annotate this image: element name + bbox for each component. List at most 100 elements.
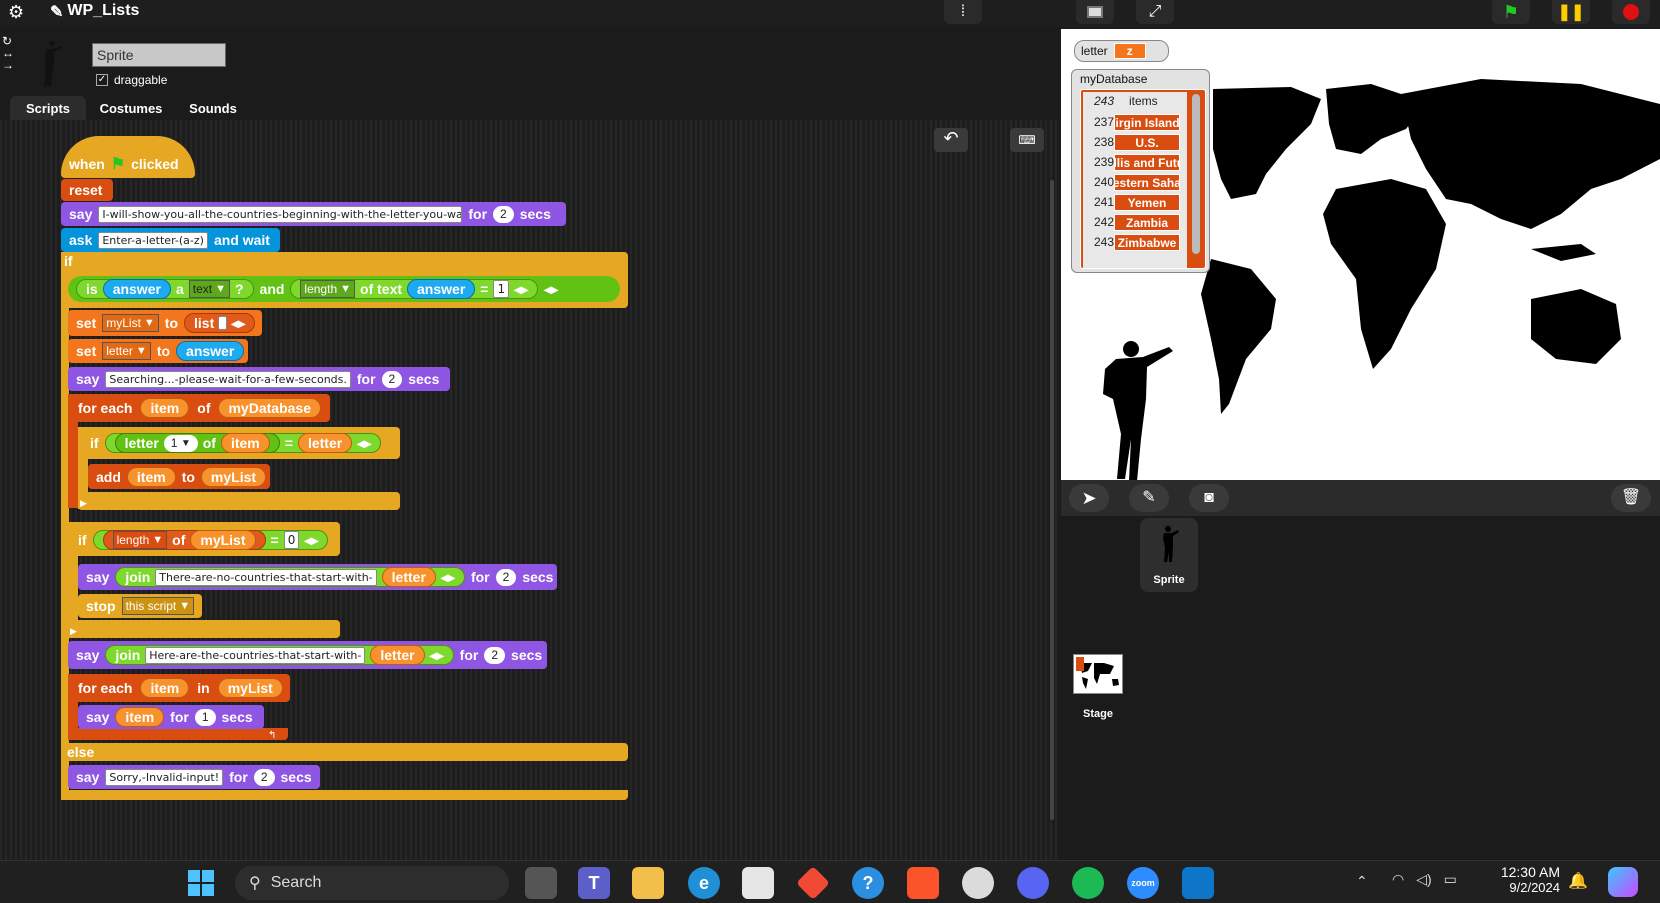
- item-variable[interactable]: item: [140, 398, 190, 418]
- variadic-arrows-icon[interactable]: ◂▸: [441, 569, 455, 586]
- join-text-input[interactable]: Here-are-the-countries-that-start-with-: [145, 646, 366, 664]
- is-a-type-predicate[interactable]: is answer a text ▼ ?: [76, 279, 254, 299]
- and-condition[interactable]: is answer a text ▼ ? and length ▼ of text …: [68, 276, 620, 302]
- reset-block[interactable]: reset: [61, 179, 113, 201]
- secs-input[interactable]: 2: [484, 646, 506, 664]
- var-dropdown[interactable]: letter ▼: [102, 342, 151, 360]
- list-item[interactable]: U.S.: [1114, 134, 1180, 151]
- item-variable[interactable]: item: [220, 433, 270, 453]
- turtle-sprite-button[interactable]: ➤: [1069, 484, 1109, 512]
- list-item[interactable]: Wallis and Futuna: [1114, 154, 1180, 171]
- stage-thumbnail[interactable]: [1073, 654, 1123, 694]
- stop-block[interactable]: stop this script ▼: [78, 594, 202, 618]
- chrome-icon[interactable]: [962, 867, 994, 899]
- stage-size-button[interactable]: [1076, 0, 1114, 24]
- mylist-reporter[interactable]: myList: [190, 530, 256, 550]
- undo-button[interactable]: ↶: [934, 128, 968, 152]
- list-item[interactable]: Zambia: [1114, 214, 1180, 231]
- system-tray[interactable]: ◠ ◁) ▭: [1392, 871, 1457, 888]
- spotify-icon[interactable]: [1072, 867, 1104, 899]
- say-text-input[interactable]: Searching...-please-wait-for-a-few-secon…: [105, 370, 351, 388]
- set-mylist-block[interactable]: set myList ▼ to list ◂▸: [68, 310, 262, 336]
- answer-reporter[interactable]: answer: [407, 279, 476, 299]
- secs-input[interactable]: 1: [194, 708, 216, 726]
- say-join-block[interactable]: say join There-are-no-countries-that-sta…: [78, 564, 557, 590]
- ask-and-wait-block[interactable]: ask Enter-a-letter-(a-z) and wait: [61, 228, 280, 252]
- say-for-secs-block[interactable]: say Sorry,-Invalid-input! for 2 secs: [68, 765, 320, 789]
- say-for-secs-block[interactable]: say Searching...-please-wait-for-a-few-s…: [68, 367, 450, 391]
- list-item[interactable]: Western Sahara: [1114, 174, 1180, 191]
- when-flag-clicked-hat[interactable]: when ⚑ clicked: [61, 136, 195, 178]
- stop-button[interactable]: [1612, 0, 1650, 24]
- length-dropdown[interactable]: length ▼: [112, 531, 168, 549]
- vscode-icon[interactable]: [1182, 867, 1214, 899]
- copilot-icon[interactable]: [1608, 867, 1638, 897]
- secs-input[interactable]: 2: [381, 370, 403, 388]
- list-item[interactable]: Yemen: [1114, 194, 1180, 211]
- equals-predicate[interactable]: letter 1 ▼ of item = letter ◂▸: [104, 433, 382, 453]
- footprints-button[interactable]: ⁞: [944, 0, 982, 24]
- help-icon[interactable]: ?: [852, 867, 884, 899]
- length-dropdown[interactable]: length ▼: [300, 280, 356, 298]
- say-item-block[interactable]: say item for 1 secs: [78, 705, 264, 729]
- expand-arrow-icon[interactable]: ▶: [80, 498, 87, 509]
- discord-icon[interactable]: [1017, 867, 1049, 899]
- windows-start-button[interactable]: [185, 867, 217, 899]
- taskbar-search[interactable]: ⚲ Search: [235, 866, 509, 900]
- list-item-input[interactable]: [218, 316, 228, 330]
- file-explorer-icon[interactable]: [632, 867, 664, 899]
- sprite-name-field[interactable]: Sprite: [92, 43, 226, 67]
- task-view-icon[interactable]: [525, 867, 557, 899]
- app-diamond-icon[interactable]: [796, 866, 830, 900]
- secs-input[interactable]: 2: [493, 205, 514, 223]
- variadic-arrows-icon[interactable]: ◂▸: [544, 281, 558, 298]
- variadic-arrows-icon[interactable]: ◂▸: [304, 532, 318, 549]
- letter-index-input[interactable]: 1 ▼: [163, 434, 198, 452]
- expand-arrow-icon[interactable]: ▶: [70, 626, 77, 637]
- list-scrollbar[interactable]: [1192, 94, 1200, 254]
- mylist-reporter[interactable]: myList: [200, 466, 267, 487]
- brave-icon[interactable]: [907, 867, 939, 899]
- zoom-icon[interactable]: zoom: [1127, 867, 1159, 899]
- say-text-input[interactable]: Sorry,-Invalid-input!: [105, 768, 224, 786]
- variadic-arrows-icon[interactable]: ◂▸: [231, 315, 245, 332]
- scripts-scrollbar[interactable]: [1050, 180, 1054, 820]
- variadic-arrows-icon[interactable]: ◂▸: [430, 647, 444, 664]
- letter-variable-watcher[interactable]: letter z: [1074, 40, 1169, 62]
- answer-reporter[interactable]: answer: [176, 341, 245, 361]
- paint-new-sprite-button[interactable]: ✎: [1129, 484, 1169, 512]
- microsoft-store-icon[interactable]: [742, 867, 774, 899]
- teams-icon[interactable]: T: [578, 867, 610, 899]
- letter-variable[interactable]: letter: [381, 567, 436, 587]
- list-reporter[interactable]: list ◂▸: [184, 313, 256, 333]
- type-dropdown[interactable]: text ▼: [188, 280, 230, 298]
- say-for-secs-block[interactable]: say I-will-show-you-all-the-countries-be…: [61, 202, 566, 226]
- letter-variable[interactable]: letter: [370, 645, 425, 665]
- clock[interactable]: 12:30 AM 9/2/2024: [1490, 864, 1560, 895]
- join-text-input[interactable]: There-are-no-countries-that-start-with-: [155, 568, 377, 586]
- say-text-input[interactable]: I-will-show-you-all-the-countries-beginn…: [98, 205, 463, 223]
- presentation-mode-button[interactable]: ⤢: [1136, 0, 1174, 24]
- tab-costumes[interactable]: Costumes: [88, 96, 174, 120]
- secs-input[interactable]: 2: [253, 768, 275, 786]
- mylist-reporter[interactable]: myList: [217, 678, 283, 698]
- secs-input[interactable]: 2: [495, 568, 517, 586]
- letter-of-reporter[interactable]: letter 1 ▼ of item: [114, 433, 280, 453]
- equals-predicate[interactable]: length ▼ of text answer = 1 ◂▸: [290, 279, 539, 299]
- answer-reporter[interactable]: answer: [102, 279, 171, 299]
- length-of-list-reporter[interactable]: length ▼ of myList: [102, 530, 266, 550]
- var-dropdown[interactable]: myList ▼: [102, 314, 159, 332]
- variadic-arrows-icon[interactable]: ◂▸: [514, 281, 528, 298]
- equals-value-input[interactable]: 1: [493, 280, 510, 298]
- trash-button[interactable]: 🗑: [1611, 484, 1651, 512]
- list-item[interactable]: Zimbabwe: [1114, 234, 1180, 251]
- add-to-list-block[interactable]: add item to myList: [88, 464, 270, 489]
- letter-variable[interactable]: letter: [297, 433, 353, 453]
- draggable-checkbox[interactable]: ✓ draggable: [96, 73, 167, 87]
- settings-gear-icon[interactable]: ⚙: [8, 2, 24, 23]
- pause-button[interactable]: ❚❚: [1552, 0, 1590, 24]
- equals-predicate[interactable]: length ▼ of myList = 0 ◂▸: [92, 530, 329, 550]
- stop-option-dropdown[interactable]: this script ▼: [121, 597, 195, 615]
- set-letter-block[interactable]: set letter ▼ to answer: [68, 339, 248, 363]
- notification-bell-icon[interactable]: 🔔: [1568, 871, 1588, 891]
